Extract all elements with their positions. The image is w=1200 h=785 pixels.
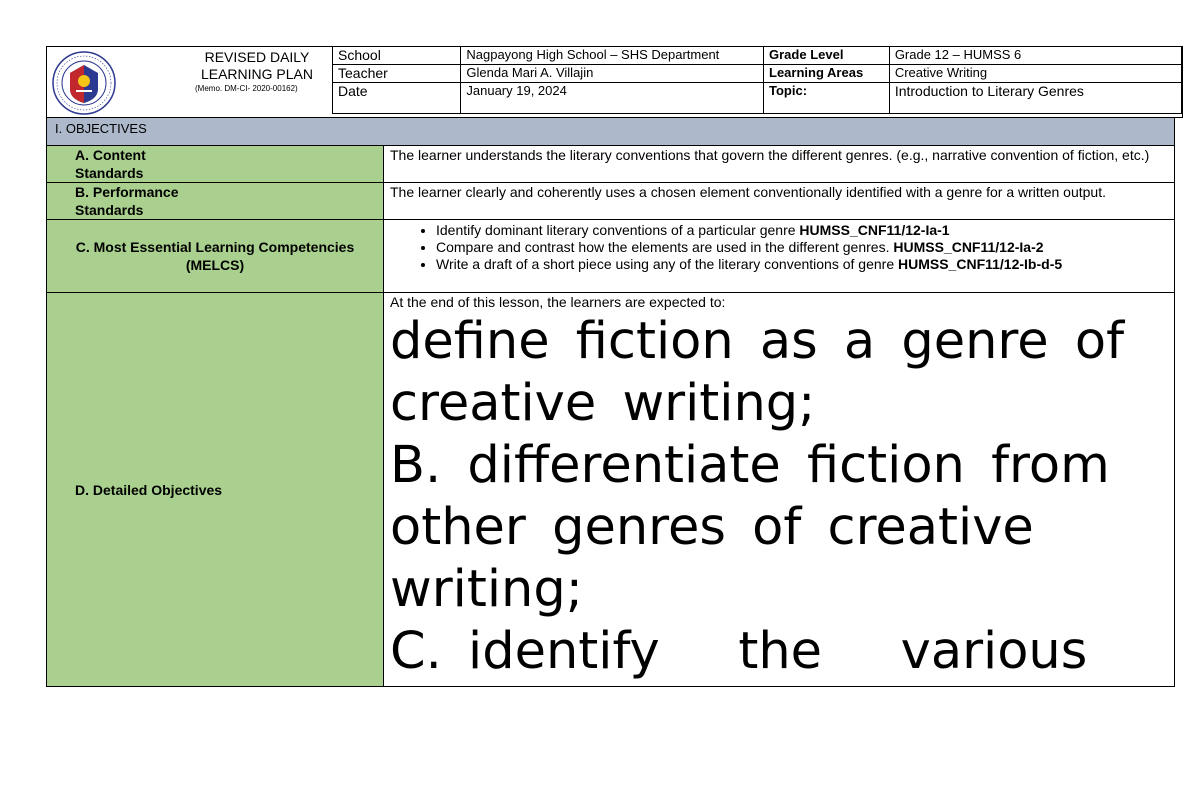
melc-code: HUMSS_CNF11/12-Ia-1 bbox=[799, 222, 950, 238]
list-item: Write a draft of a short piece using any… bbox=[436, 256, 1174, 273]
grade-level-label: Grade Level bbox=[763, 46, 890, 65]
objectives-heading: I. OBJECTIVES bbox=[46, 117, 1175, 146]
detailed-objectives-cell: At the end of this lesson, the learners … bbox=[383, 292, 1175, 687]
melc-code: HUMSS_CNF11/12-Ib-d-5 bbox=[898, 256, 1063, 272]
topic-label: Topic: bbox=[763, 82, 890, 114]
teacher-value: Glenda Mari A. Villajin bbox=[460, 64, 765, 83]
header-info-table: School Nagpayong High School – SHS Depar… bbox=[331, 46, 1183, 114]
detailed-objective-line: writing; bbox=[390, 560, 583, 619]
topic-value: Introduction to Literary Genres bbox=[888, 82, 1183, 114]
detailed-objectives-label: D. Detailed Objectives bbox=[46, 292, 384, 687]
melcs-label: C. Most Essential Learning Competencies … bbox=[46, 219, 384, 293]
melc-text: Write a draft of a short piece using any… bbox=[436, 256, 898, 272]
content-standards-text: The learner understands the literary con… bbox=[383, 145, 1175, 183]
learning-areas-value: Creative Writing bbox=[888, 64, 1183, 83]
content-standards-label: A. Content Standards bbox=[46, 145, 384, 183]
detailed-objective-line: creative writing; bbox=[390, 374, 816, 433]
performance-standards-label: B. Performance Standards bbox=[46, 182, 384, 220]
detailed-objective-line: C. identify the various bbox=[390, 622, 1088, 681]
learning-areas-label: Learning Areas bbox=[763, 64, 890, 83]
date-value: January 19, 2024 bbox=[460, 82, 765, 114]
melc-code: HUMSS_CNF11/12-Ia-2 bbox=[893, 239, 1044, 255]
grade-level-value: Grade 12 – HUMSS 6 bbox=[888, 46, 1183, 65]
school-label: School bbox=[331, 46, 462, 65]
melc-text: Identify dominant literary conventions o… bbox=[436, 222, 800, 238]
detailed-objectives-intro: At the end of this lesson, the learners … bbox=[390, 294, 726, 310]
melcs-list: Identify dominant literary conventions o… bbox=[384, 220, 1174, 273]
melc-text: Compare and contrast how the elements ar… bbox=[436, 239, 894, 255]
school-value: Nagpayong High School – SHS Department bbox=[460, 46, 765, 65]
lesson-plan-header: REVISED DAILY LEARNING PLAN (Memo. DM-CI… bbox=[46, 46, 1183, 118]
date-label: Date bbox=[331, 82, 462, 114]
detailed-objective-line: other genres of creative bbox=[390, 498, 1034, 557]
detailed-objective-line: B. differentiate fiction from bbox=[390, 436, 1110, 495]
objectives-table: I. OBJECTIVES A. Content Standards The l… bbox=[46, 117, 1175, 687]
detailed-objective-line: define fiction as a genre of bbox=[390, 312, 1125, 371]
melcs-cell: Identify dominant literary conventions o… bbox=[383, 219, 1175, 293]
list-item: Compare and contrast how the elements ar… bbox=[436, 239, 1174, 256]
list-item: Identify dominant literary conventions o… bbox=[436, 222, 1174, 239]
teacher-label: Teacher bbox=[331, 64, 462, 83]
performance-standards-text: The learner clearly and coherently uses … bbox=[383, 182, 1175, 220]
deped-seal-icon bbox=[52, 51, 116, 115]
